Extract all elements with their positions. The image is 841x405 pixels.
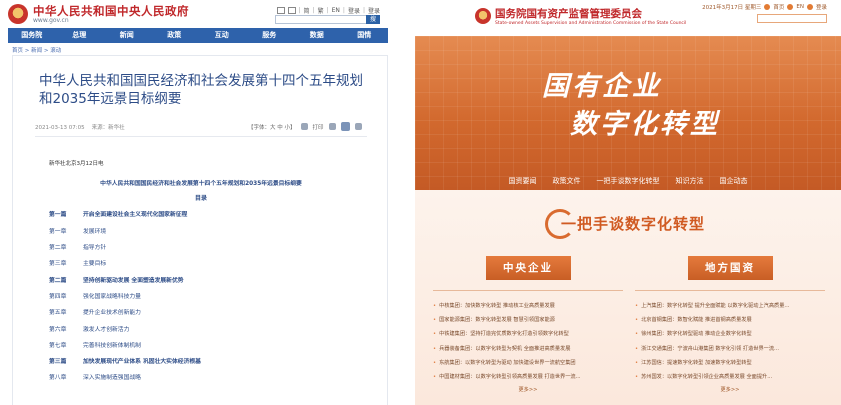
toc-item[interactable]: 第二篇 坚持创新驱动发展 全面塑造发展新优势 [49, 275, 184, 284]
menu-item-leaders-talk[interactable]: 一把手谈数字化转型 [597, 172, 660, 190]
list-item[interactable]: 江苏国信：提速数字化转型 加速数字化转型转型 [635, 356, 825, 370]
list-item[interactable]: 苏州国发：以数字化转型引领企业高质量发展 全面提升... [635, 370, 825, 384]
more-link[interactable]: 更多>> [635, 386, 825, 393]
article-date: 2021-03-13 07:05 [35, 125, 85, 131]
search-input[interactable] [757, 14, 827, 23]
leaders-talk-section: 一把手谈数字化转型 中央企业 中核集团：加快数字化转型 推动核工业高质量发展 国… [415, 190, 841, 405]
print-link[interactable]: 打印 [313, 123, 324, 131]
toc-heading: 目录 [194, 195, 207, 202]
weibo-share-icon[interactable] [354, 123, 362, 130]
divider [35, 136, 367, 137]
tab-central-enterprises[interactable]: 中央企业 [485, 256, 571, 280]
toc-item[interactable]: 第七章 完善科技创新体制机制 [49, 340, 141, 349]
sasac-page: 国务院国有资产监督管理委员会 State-owned Assets Superv… [415, 0, 841, 405]
list-item[interactable]: 中核集团：加快数字化转型 推动核工业高质量发展 [433, 299, 623, 313]
header-utility: 2021年3月17日 星期三 首页 EN 登录 [702, 3, 827, 11]
more-link[interactable]: 更多>> [433, 386, 623, 393]
site-header: 中华人民共和国中央人民政府 www.gov.cn | 简 | 繁 | EN | … [0, 0, 410, 28]
user-icon[interactable] [806, 4, 813, 10]
menu-item-news[interactable]: 国资要闻 [509, 172, 537, 190]
main-nav: 国务院 总理 新闻 政策 互动 服务 数据 国情 [8, 28, 388, 43]
hero-title-line2: 数字化转型 [570, 109, 720, 140]
breadcrumb[interactable]: 首页 > 新闻 > 滚动 [12, 46, 61, 54]
org-subtitle-en: State-owned Assets Supervision and Admin… [495, 21, 687, 26]
list-item[interactable]: 中国建材集团：以数字化转型引领高质量发展 打造世界一流... [433, 370, 623, 384]
toc-item[interactable]: 第八章 深入实施制造强国战略 [49, 372, 141, 381]
list-item[interactable]: 兵器装备集团：以数字化转型为契机 全面推进高质量发展 [433, 342, 623, 356]
weibo-icon[interactable] [276, 7, 285, 14]
menu-item-policy[interactable]: 政策文件 [553, 172, 581, 190]
site-url: www.gov.cn [33, 17, 69, 24]
toc-item[interactable]: 第六章 激发人才创新活力 [49, 324, 129, 333]
local-soe-column: 地方国资 上汽集团：数字化转型 提升全面赋能 以数字化驱动上汽高质量... 北京… [635, 256, 825, 393]
list-item[interactable]: 东航集团：以数字化转型为驱动 加快建设世界一流航空集团 [433, 356, 623, 370]
header-date: 2021年3月17日 星期三 [702, 5, 762, 11]
print-icon[interactable] [300, 123, 308, 130]
nav-item-state-council[interactable]: 国务院 [8, 28, 56, 43]
list-item[interactable]: 国家能源集团：数字化转型发展 智慧引领国家能源 [433, 313, 623, 327]
header-en-link[interactable]: EN [796, 4, 804, 10]
util-link-english[interactable]: EN [332, 7, 340, 14]
util-link-login[interactable]: 登录 [348, 6, 360, 15]
org-header: 国务院国有资产监督管理委员会 State-owned Assets Superv… [415, 0, 841, 36]
nav-item-policy[interactable]: 政策 [151, 28, 199, 43]
toc-item[interactable]: 第四章 强化国家战略科技力量 [49, 291, 141, 300]
hero-banner: 国有企业 数字化转型 国资要闻 政策文件 一把手谈数字化转型 知识方法 国企动态 [415, 36, 841, 190]
menu-item-knowledge[interactable]: 知识方法 [676, 172, 704, 190]
globe-icon[interactable] [787, 4, 794, 10]
toc-item[interactable]: 第三篇 加快发展现代产业体系 巩固壮大实体经济根基 [49, 356, 201, 365]
toc-item[interactable]: 第二章 指导方针 [49, 242, 106, 251]
national-emblem-icon [8, 4, 28, 24]
favorite-icon[interactable] [328, 123, 336, 130]
article-meta: 2021-03-13 07:05 来源：新华社 [35, 123, 125, 131]
utility-links: | 简 | 繁 | EN | 登录 | 登录 [276, 6, 380, 15]
nav-item-national-situation[interactable]: 国情 [341, 28, 389, 43]
section-banner: 一把手谈数字化转型 [545, 207, 715, 241]
menu-item-soe-news[interactable]: 国企动态 [720, 172, 748, 190]
list-item[interactable]: 徐州集团：数字化转型驱动 推动企业数字化转型 [635, 327, 825, 341]
util-link-simplified[interactable]: 简 [304, 6, 310, 15]
divider [433, 290, 623, 291]
toc-item[interactable]: 第三章 主要目标 [49, 258, 106, 267]
list-item[interactable]: 上汽集团：数字化转型 提升全面赋能 以数字化驱动上汽高质量... [635, 299, 825, 313]
article-source: 来源：新华社 [91, 125, 125, 131]
org-title[interactable]: 国务院国有资产监督管理委员会 [495, 6, 642, 21]
nav-item-interaction[interactable]: 互动 [198, 28, 246, 43]
nav-item-data[interactable]: 数据 [293, 28, 341, 43]
font-size-control[interactable]: 【字体：大 中 小】 [248, 123, 296, 131]
nav-item-service[interactable]: 服务 [246, 28, 294, 43]
list-item[interactable]: 浙江交通集团：宁波舟山港集团 数字化引领 打造世界一流... [635, 342, 825, 356]
section-banner-title: 一把手谈数字化转型 [561, 215, 706, 233]
hero-title-line1: 国有企业 [542, 71, 662, 102]
toc-item[interactable]: 第五章 提升企业技术创新能力 [49, 307, 141, 316]
dateline: 新华社北京3月12日电 [49, 161, 104, 167]
nav-item-news[interactable]: 新闻 [103, 28, 151, 43]
nav-item-premier[interactable]: 总理 [56, 28, 104, 43]
document-subtitle: 中华人民共和国国民经济和社会发展第十四个五年规划和2035年远景目标纲要 [100, 181, 302, 187]
tab-local-soe[interactable]: 地方国资 [687, 256, 773, 280]
list-item[interactable]: 北京首钢集团：数智化赋能 推进首钢高质量发展 [635, 313, 825, 327]
list-item[interactable]: 中铁建集团：坚持打造完优质数字化打造引领数字化转型 [433, 327, 623, 341]
article-tools: 【字体：大 中 小】 打印 [248, 122, 362, 131]
wechat-icon[interactable] [287, 7, 296, 14]
toc-item[interactable]: 第一章 发展环境 [49, 226, 106, 235]
home-icon[interactable] [764, 4, 771, 10]
central-enterprises-column: 中央企业 中核集团：加快数字化转型 推动核工业高质量发展 国家能源集团：数字化转… [433, 256, 623, 393]
search-input[interactable] [275, 15, 380, 24]
divider [635, 290, 825, 291]
util-link-traditional[interactable]: 繁 [318, 6, 324, 15]
header-login-link[interactable]: 登录 [816, 3, 827, 11]
national-emblem-icon [475, 8, 491, 24]
article-body: 中华人民共和国国民经济和社会发展第十四个五年规划和2035年远景目标纲要 202… [12, 55, 388, 405]
util-link-register[interactable]: 登录 [368, 6, 380, 15]
article-headline: 中华人民共和国国民经济和社会发展第十四个五年规划和2035年远景目标纲要 [39, 73, 363, 107]
section-menu: 国资要闻 政策文件 一把手谈数字化转型 知识方法 国企动态 [415, 172, 841, 190]
share-icon[interactable] [340, 122, 350, 131]
gov-article-page: 中华人民共和国中央人民政府 www.gov.cn | 简 | 繁 | EN | … [0, 0, 410, 405]
toc-item[interactable]: 第一篇 开启全面建设社会主义现代化国家新征程 [49, 209, 187, 218]
search-button[interactable]: 搜 [366, 15, 380, 24]
header-home-link[interactable]: 首页 [773, 3, 784, 11]
